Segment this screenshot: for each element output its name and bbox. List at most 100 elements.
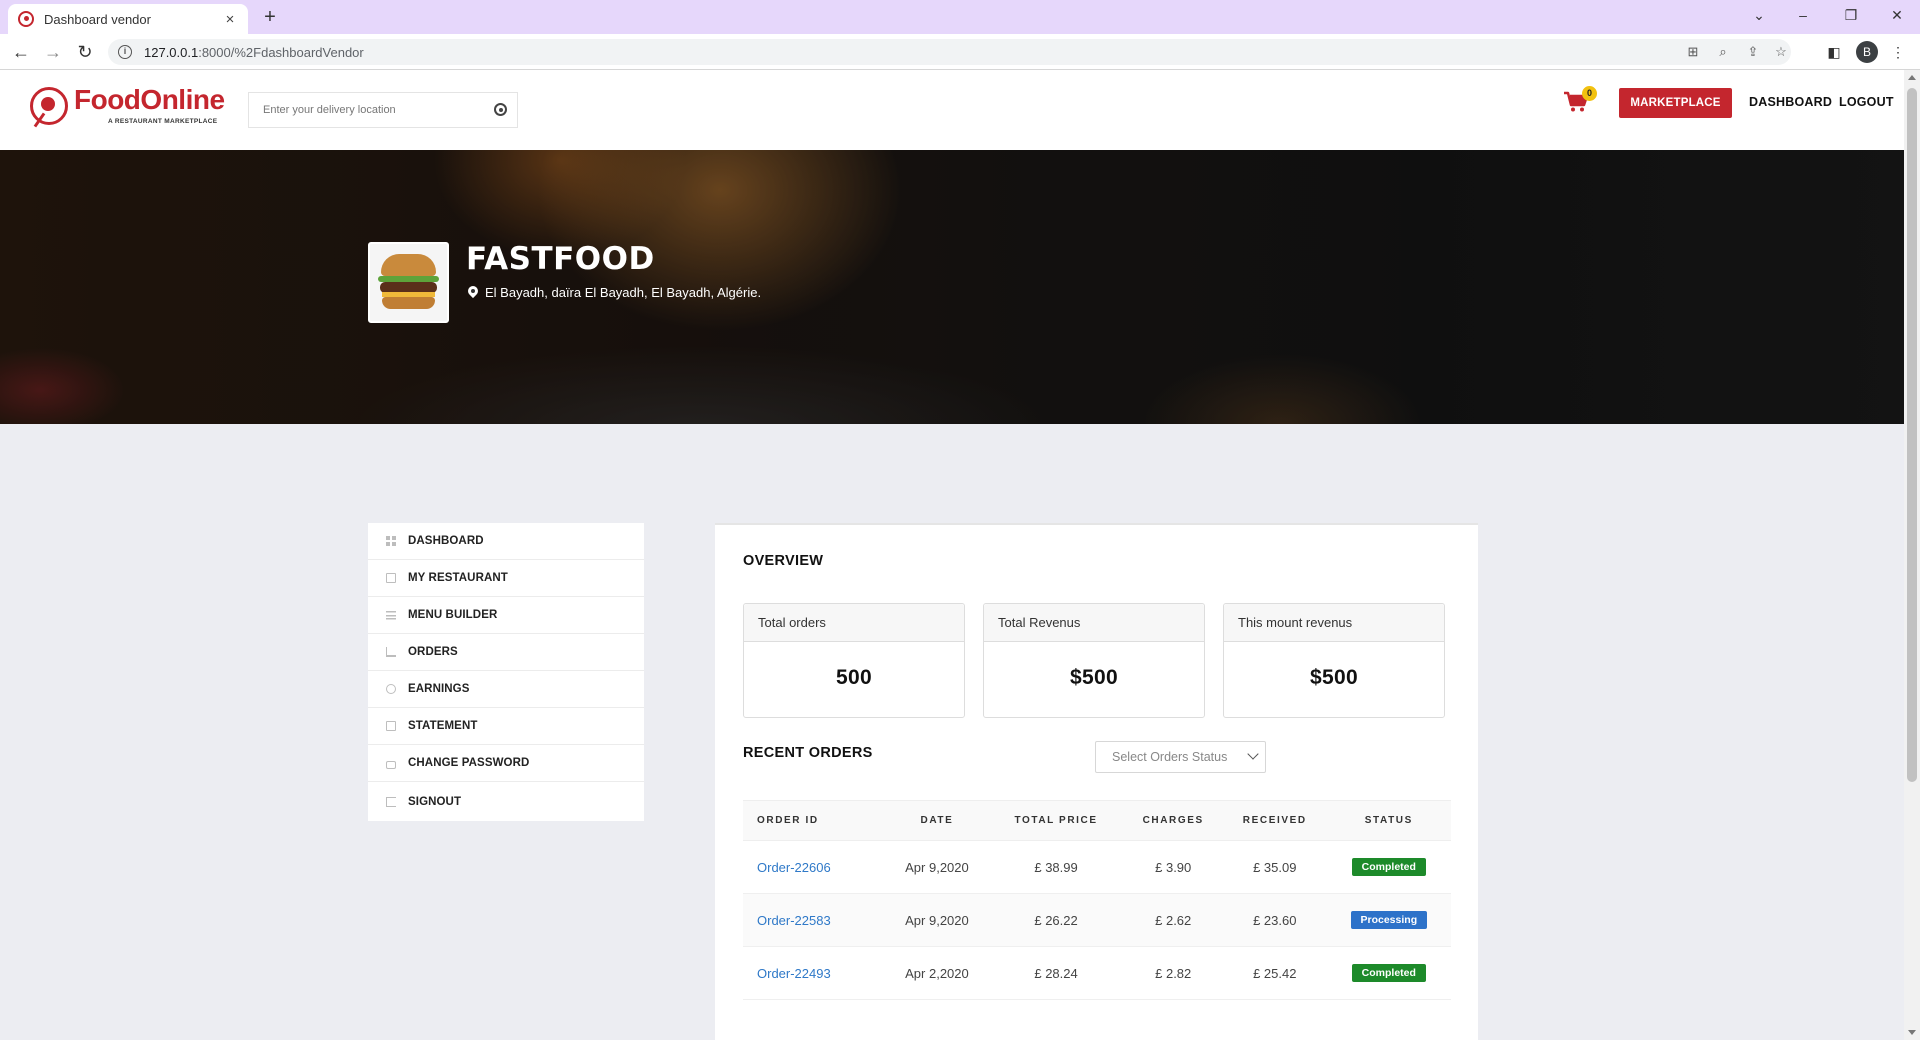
- reload-icon[interactable]: ↻: [74, 41, 96, 63]
- site-logo[interactable]: FoodOnline A RESTAURANT MARKETPLACE: [30, 84, 225, 134]
- sidebar-item-label: MENU BUILDER: [408, 609, 498, 621]
- logo-icon: [30, 87, 68, 125]
- url-text: 127.0.0.1:8000/%2FdashboardVendor: [144, 45, 364, 60]
- back-icon[interactable]: ←: [10, 41, 32, 63]
- sidebar-item-label: ORDERS: [408, 646, 458, 658]
- location-search: [248, 92, 518, 128]
- browser-tab-strip: Dashboard vendor × + ⌄ – ❐ ✕: [0, 0, 1920, 34]
- scroll-down-arrow-icon[interactable]: [1908, 1030, 1916, 1035]
- sidebar-item-label: MY RESTAURANT: [408, 572, 508, 584]
- stat-card-value: $500: [1070, 666, 1118, 689]
- url-path: :8000/%2FdashboardVendor: [198, 44, 364, 60]
- select-placeholder: Select Orders Status: [1112, 750, 1228, 764]
- dashboard-icon: [386, 536, 396, 546]
- dashboard-panel: OVERVIEW Total orders 500 Total Revenus …: [715, 523, 1478, 1040]
- close-tab-icon[interactable]: ×: [222, 11, 238, 28]
- sidebar-item-statement[interactable]: STATEMENT: [368, 708, 644, 745]
- stat-card-total-revenue: Total Revenus $500: [983, 603, 1205, 718]
- menu-icon: [386, 610, 396, 620]
- overview-title: OVERVIEW: [743, 553, 824, 569]
- chevron-down-icon: [1247, 748, 1259, 760]
- sidebar-item-signout[interactable]: SIGNOUT: [368, 782, 644, 821]
- order-date: Apr 9,2020: [885, 840, 989, 894]
- locate-me-icon[interactable]: [494, 103, 507, 116]
- stat-card-value: 500: [836, 666, 872, 689]
- favicon-icon: [18, 11, 34, 27]
- new-tab-button[interactable]: +: [260, 6, 280, 28]
- order-date: Apr 9,2020: [885, 893, 989, 947]
- restore-icon[interactable]: ❐: [1836, 4, 1866, 26]
- bookmark-star-icon[interactable]: ☆: [1772, 44, 1790, 60]
- column-header: ORDER ID: [743, 800, 886, 841]
- sidebar-item-label: DASHBOARD: [408, 535, 484, 547]
- column-header: STATUS: [1326, 800, 1451, 841]
- site-header: FoodOnline A RESTAURANT MARKETPLACE 0 MA…: [0, 70, 1904, 150]
- scrollbar-thumb[interactable]: [1907, 88, 1917, 782]
- restaurant-name: FASTFOOD: [466, 241, 655, 277]
- signout-icon: [386, 796, 396, 807]
- stat-card-value: $500: [1310, 666, 1358, 689]
- sidebar-item-change-password[interactable]: CHANGE PASSWORD: [368, 745, 644, 782]
- stat-card-label: Total orders: [744, 604, 964, 642]
- minimize-icon[interactable]: –: [1788, 4, 1818, 26]
- site-info-icon[interactable]: i: [118, 45, 132, 59]
- address-bar[interactable]: i 127.0.0.1:8000/%2FdashboardVendor ⊞ ⌕ …: [108, 39, 1791, 65]
- sidebar-item-orders[interactable]: ORDERS: [368, 634, 644, 671]
- order-charges: £ 2.82: [1123, 946, 1223, 1000]
- cart-icon: [386, 647, 396, 657]
- order-received: £ 35.09: [1222, 840, 1327, 894]
- tab-search-icon[interactable]: ⌄: [1744, 4, 1774, 26]
- marketplace-button[interactable]: MARKETPLACE: [1619, 88, 1732, 118]
- delivery-location-input[interactable]: [263, 104, 473, 116]
- nav-dashboard-link[interactable]: DASHBOARD: [1749, 95, 1832, 109]
- status-badge: Processing: [1350, 911, 1428, 929]
- money-icon: [386, 684, 396, 694]
- status-badge: Completed: [1351, 858, 1426, 876]
- share-icon[interactable]: ⇪: [1744, 44, 1762, 60]
- recent-orders-table: ORDER ID DATE TOTAL PRICE CHARGES RECEIV…: [743, 800, 1451, 1000]
- lock-icon: [386, 761, 396, 769]
- restaurant-address: El Bayadh, daïra El Bayadh, El Bayadh, A…: [468, 285, 761, 300]
- sidebar-item-earnings[interactable]: EARNINGS: [368, 671, 644, 708]
- forward-icon[interactable]: →: [42, 41, 64, 63]
- table-row: Order-22606 Apr 9,2020 £ 38.99 £ 3.90 £ …: [743, 840, 1451, 894]
- stat-card-label: This mount revenus: [1224, 604, 1444, 642]
- browser-tab[interactable]: Dashboard vendor ×: [8, 4, 248, 34]
- order-id-link[interactable]: Order-22606: [757, 860, 831, 875]
- order-charges: £ 3.90: [1123, 840, 1223, 894]
- restaurant-cover-banner: FASTFOOD El Bayadh, daïra El Bayadh, El …: [0, 150, 1904, 424]
- sidebar-item-label: CHANGE PASSWORD: [408, 757, 530, 769]
- status-badge: Completed: [1351, 964, 1426, 982]
- order-charges: £ 2.62: [1123, 893, 1223, 947]
- order-total: £ 28.24: [988, 946, 1124, 1000]
- sidebar-item-label: STATEMENT: [408, 720, 478, 732]
- banner-overlay: [0, 150, 1904, 424]
- vendor-sidebar: DASHBOARD MY RESTAURANT MENU BUILDER ORD…: [368, 523, 644, 821]
- sidebar-item-my-restaurant[interactable]: MY RESTAURANT: [368, 560, 644, 597]
- order-date: Apr 2,2020: [885, 946, 989, 1000]
- location-pin-icon: [468, 286, 478, 299]
- url-host: 127.0.0.1: [144, 44, 199, 60]
- restaurant-address-text: El Bayadh, daïra El Bayadh, El Bayadh, A…: [485, 285, 762, 300]
- profile-avatar[interactable]: B: [1856, 41, 1878, 63]
- order-id-link[interactable]: Order-22493: [757, 966, 831, 981]
- side-panel-icon[interactable]: ◧: [1824, 42, 1844, 62]
- sidebar-item-dashboard[interactable]: DASHBOARD: [368, 523, 644, 560]
- more-menu-icon[interactable]: ⋮: [1888, 42, 1908, 62]
- stat-card-label: Total Revenus: [984, 604, 1204, 642]
- sidebar-item-menu-builder[interactable]: MENU BUILDER: [368, 597, 644, 634]
- page-scrollbar[interactable]: [1904, 70, 1920, 1040]
- zoom-icon[interactable]: ⌕: [1714, 44, 1732, 60]
- stat-card-total-orders: Total orders 500: [743, 603, 965, 718]
- recent-orders-title: RECENT ORDERS: [743, 745, 873, 761]
- scroll-up-arrow-icon[interactable]: [1908, 75, 1916, 80]
- translate-icon[interactable]: ⊞: [1684, 44, 1702, 60]
- column-header: DATE: [885, 800, 989, 841]
- order-status-select[interactable]: Select Orders Status: [1095, 741, 1266, 773]
- order-id-link[interactable]: Order-22583: [757, 913, 831, 928]
- order-received: £ 25.42: [1222, 946, 1327, 1000]
- close-window-icon[interactable]: ✕: [1882, 4, 1912, 26]
- sidebar-item-label: EARNINGS: [408, 683, 470, 695]
- logo-tagline: A RESTAURANT MARKETPLACE: [108, 118, 218, 125]
- nav-logout-link[interactable]: LOGOUT: [1839, 95, 1894, 109]
